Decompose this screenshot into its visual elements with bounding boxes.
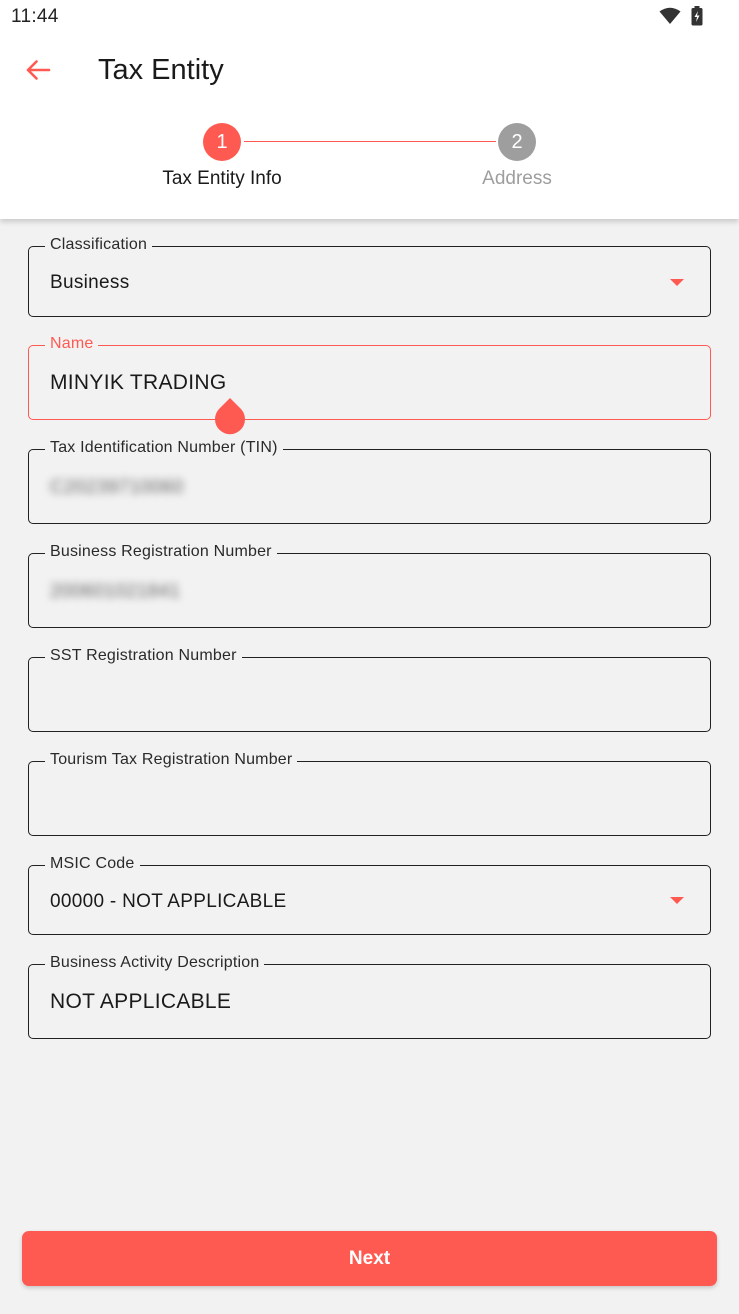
next-button[interactable]: Next bbox=[22, 1231, 717, 1286]
battery-icon bbox=[691, 6, 703, 31]
back-button[interactable] bbox=[18, 52, 58, 92]
stepper-connector bbox=[244, 141, 496, 142]
step-2-indicator[interactable]: 2 bbox=[498, 123, 536, 161]
page-title: Tax Entity bbox=[98, 54, 224, 86]
name-value: MINYIK TRADING bbox=[50, 371, 227, 394]
step-2-label[interactable]: Address bbox=[417, 168, 617, 190]
msic-code-dropdown[interactable]: MSIC Code 00000 - NOT APPLICABLE bbox=[28, 854, 711, 935]
tin-label: Tax Identification Number (TIN) bbox=[45, 438, 283, 458]
tourism-tax-input[interactable]: Tourism Tax Registration Number bbox=[28, 750, 711, 836]
name-input[interactable]: Name MINYIK TRADING bbox=[28, 334, 711, 420]
tax-entity-screen: 11:44 Tax Entity 1 Tax Entity Info 2 Add… bbox=[0, 0, 739, 1314]
status-bar: 11:44 bbox=[0, 0, 739, 34]
msic-code-label: MSIC Code bbox=[45, 854, 140, 874]
app-bar: Tax Entity bbox=[0, 44, 739, 100]
tourism-tax-label: Tourism Tax Registration Number bbox=[45, 750, 298, 770]
msic-code-value: 00000 - NOT APPLICABLE bbox=[50, 891, 287, 912]
name-label: Name bbox=[45, 334, 99, 354]
status-icons bbox=[659, 6, 703, 31]
business-activity-input[interactable]: Business Activity Description NOT APPLIC… bbox=[28, 953, 711, 1039]
tin-input[interactable]: Tax Identification Number (TIN) C2023971… bbox=[28, 438, 711, 524]
sst-label: SST Registration Number bbox=[45, 646, 242, 666]
sst-input[interactable]: SST Registration Number bbox=[28, 646, 711, 732]
brn-input[interactable]: Business Registration Number 20060102184… bbox=[28, 542, 711, 628]
business-activity-label: Business Activity Description bbox=[45, 953, 265, 973]
caret-down-icon bbox=[670, 897, 684, 904]
arrow-left-icon bbox=[25, 59, 51, 86]
step-1-indicator[interactable]: 1 bbox=[203, 123, 241, 161]
caret-down-icon bbox=[670, 279, 684, 286]
header: 11:44 Tax Entity 1 Tax Entity Info 2 Add… bbox=[0, 0, 739, 219]
wifi-icon bbox=[659, 7, 681, 30]
brn-value: 200601021841 bbox=[50, 581, 181, 602]
classification-dropdown[interactable]: Classification Business bbox=[28, 235, 711, 317]
brn-label: Business Registration Number bbox=[45, 542, 277, 562]
status-time: 11:44 bbox=[11, 6, 59, 27]
classification-value: Business bbox=[50, 272, 130, 293]
tin-value: C20239710060 bbox=[50, 477, 184, 498]
step-1-label[interactable]: Tax Entity Info bbox=[122, 168, 322, 190]
classification-label: Classification bbox=[45, 235, 153, 255]
business-activity-value: NOT APPLICABLE bbox=[50, 990, 232, 1013]
stepper: 1 Tax Entity Info 2 Address bbox=[0, 122, 739, 202]
text-cursor-handle-icon[interactable] bbox=[214, 398, 246, 441]
